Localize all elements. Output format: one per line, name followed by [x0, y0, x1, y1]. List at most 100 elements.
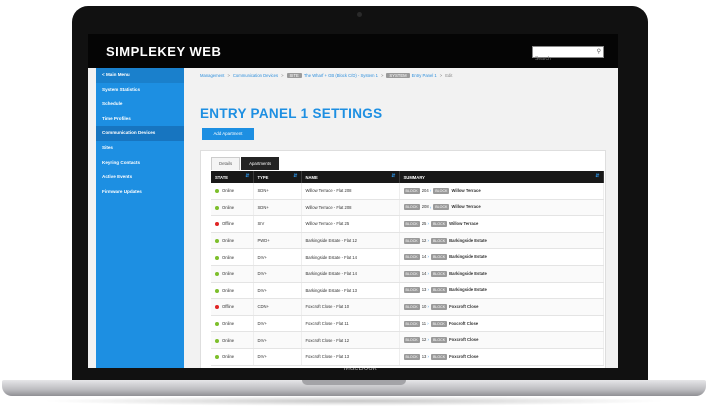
site-name: Willow Terrace [451, 187, 481, 193]
name-cell: Willow Terrace - Flat 25 [301, 215, 400, 233]
sort-icon[interactable]: ⇵ [293, 173, 297, 179]
breadcrumb-tag: SYSTEM [386, 73, 410, 78]
column-header-type[interactable]: TYPE ⇵ [253, 171, 302, 183]
main-menu-back-link[interactable]: < Main Menu [96, 68, 184, 83]
table-row[interactable]: Offline CDN+ Foxcroft Close - Flat 10 BLOCK… [211, 298, 604, 316]
table-row[interactable]: Online DIV+ Foxcroft Close - Flat 11 BLOCK 1… [211, 315, 604, 333]
state-label: Online [222, 204, 235, 210]
block-tag: BLOCK [403, 270, 420, 277]
type-cell: PWD+ [253, 232, 302, 250]
summary-cell: BLOCK 208 › BLOCK Willow Terrace [399, 199, 604, 217]
chevron-right-icon: › [427, 237, 429, 243]
site-name: Foxcroft Close [449, 304, 479, 310]
apartment-number: 14 [421, 270, 427, 276]
name-cell: Barkingside Estate - Flat 14 [301, 265, 400, 283]
table-row[interactable]: Online DIV+ Foxcroft Close - Flat 13 BLOCK 1… [211, 348, 604, 366]
summary-cell: BLOCK 14 › BLOCK Barkingside Estate [399, 248, 604, 266]
sidebar-item[interactable]: Time Profiles [96, 112, 184, 127]
table-row[interactable]: Online PWD+ Barkingside Estate - Flat 12 BL… [211, 232, 604, 250]
search-input[interactable] [533, 54, 591, 64]
name-cell: Foxcroft Close - Flat 12 [301, 331, 400, 349]
breadcrumb-item[interactable]: Management [200, 73, 224, 78]
state-cell: Online [211, 232, 254, 250]
state-cell: Offline [211, 215, 254, 233]
chevron-right-icon: › [427, 270, 429, 276]
site-tag: BLOCK [430, 353, 448, 360]
chevron-right-icon: › [427, 320, 429, 326]
type-cell: DIV+ [253, 315, 302, 333]
tab-bar: Details Apartments [211, 157, 280, 171]
sidebar-item[interactable]: Schedule [96, 97, 184, 112]
chevron-right-icon: › [427, 337, 429, 343]
state-label: Online [222, 321, 235, 327]
breadcrumb-item[interactable]: Entry Panel 1 [412, 73, 437, 78]
state-label: Online [222, 354, 235, 360]
site-name: Barkingside Estate [449, 237, 487, 243]
state-label: Offline [222, 221, 235, 227]
type-cell: DIV+ [253, 282, 302, 300]
site-name: Barkingside Estate [449, 287, 487, 293]
state-label: Online [222, 188, 235, 194]
breadcrumb-item[interactable]: The Wharf + GB (Block C/D) - System 1 [304, 73, 378, 78]
column-header-state[interactable]: STATE ⇵ [211, 171, 254, 183]
tab-details[interactable]: Details [211, 157, 241, 170]
apartments-table: STATE ⇵ TYPE ⇵ NAME ⇵ SUMMARY ⇵ Online SDN+ Wi… [211, 171, 604, 366]
name-cell: Foxcroft Close - Flat 11 [301, 315, 400, 333]
table-row[interactable]: Online DIV+ Barkingside Estate - Flat 14 BL… [211, 265, 604, 283]
site-name: Foxcroft Close [449, 353, 479, 359]
sort-icon[interactable]: ⇵ [391, 173, 395, 179]
chevron-right-icon: › [427, 304, 429, 310]
site-tag: BLOCK [430, 220, 448, 227]
sort-icon[interactable]: ⇵ [595, 173, 599, 179]
status-dot-icon [215, 222, 219, 227]
sidebar-item[interactable]: Firmware Updates [96, 185, 184, 200]
laptop-base [2, 380, 706, 396]
table-header-row: STATE ⇵ TYPE ⇵ NAME ⇵ SUMMARY ⇵ [211, 171, 604, 183]
add-apartment-button[interactable]: Add Apartment [202, 128, 254, 140]
laptop-shadow [40, 396, 668, 406]
breadcrumb-item[interactable]: Communication Devices [233, 73, 278, 78]
breadcrumb-separator: > [227, 73, 230, 78]
sidebar-item[interactable]: Active Events [96, 170, 184, 185]
summary-cell: BLOCK 12 › BLOCK Barkingside Estate [399, 232, 604, 250]
name-cell: Willow Terrace - Flat 208 [301, 183, 400, 200]
tab-apartments[interactable]: Apartments [241, 157, 280, 170]
sidebar-item[interactable]: Sites [96, 141, 184, 156]
app-screen: SIMPLEKEY WEB ⚲ < Main MenuSystem Statis… [88, 34, 618, 368]
column-header-summary[interactable]: SUMMARY ⇵ [399, 171, 604, 183]
apartment-number: 25 [421, 221, 427, 227]
name-cell: Willow Terrace - Flat 208 [301, 199, 400, 217]
state-cell: Online [211, 265, 254, 283]
breadcrumb-separator: > [439, 73, 443, 78]
app-header: SIMPLEKEY WEB ⚲ [88, 34, 618, 68]
column-header-name[interactable]: NAME ⇵ [301, 171, 400, 183]
apartment-number: 13 [421, 287, 427, 293]
type-cell: DIV+ [253, 331, 302, 349]
site-tag: BLOCK [430, 320, 447, 327]
table-row[interactable]: Online SDN+ Willow Terrace - Flat 208 BLOCK… [211, 183, 604, 200]
sidebar-item[interactable]: Keyring Contacts [96, 156, 184, 171]
search-icon[interactable]: ⚲ [597, 48, 601, 55]
state-label: Online [222, 254, 235, 260]
type-cell: SIV [253, 215, 302, 233]
table-row[interactable]: Online DIV+ Barkingside Estate - Flat 14 BL… [211, 248, 604, 266]
table-row[interactable]: Online SDN+ Willow Terrace - Flat 208 BLOCK… [211, 199, 604, 217]
main-content: Management > Communication Devices > SITE The… [186, 68, 618, 368]
sort-icon[interactable]: ⇵ [245, 173, 249, 179]
table-row[interactable]: Online DIV+ Foxcroft Close - Flat 12 BLOCK 1… [211, 331, 604, 349]
state-cell: Online [211, 199, 254, 217]
state-cell: Online [211, 315, 254, 333]
block-tag: BLOCK [403, 353, 420, 360]
name-cell: Foxcroft Close - Flat 13 [301, 348, 400, 366]
sidebar-item[interactable]: System Statistics [96, 83, 184, 98]
search-box[interactable]: ⚲ [532, 46, 604, 64]
sidebar-item[interactable]: Communication Devices [96, 126, 184, 141]
summary-cell: BLOCK 13 › BLOCK Barkingside Estate [399, 282, 604, 300]
state-label: Online [222, 287, 235, 293]
table-row[interactable]: Online DIV+ Barkingside Estate - Flat 13 BL… [211, 282, 604, 300]
status-dot-icon [215, 305, 219, 310]
summary-cell: BLOCK 11 › BLOCK Foxcroft Close [399, 315, 604, 333]
state-cell: Online [211, 282, 254, 300]
status-dot-icon [215, 355, 219, 360]
table-row[interactable]: Offline SIV Willow Terrace - Flat 25 BLOCK 2… [211, 215, 604, 233]
